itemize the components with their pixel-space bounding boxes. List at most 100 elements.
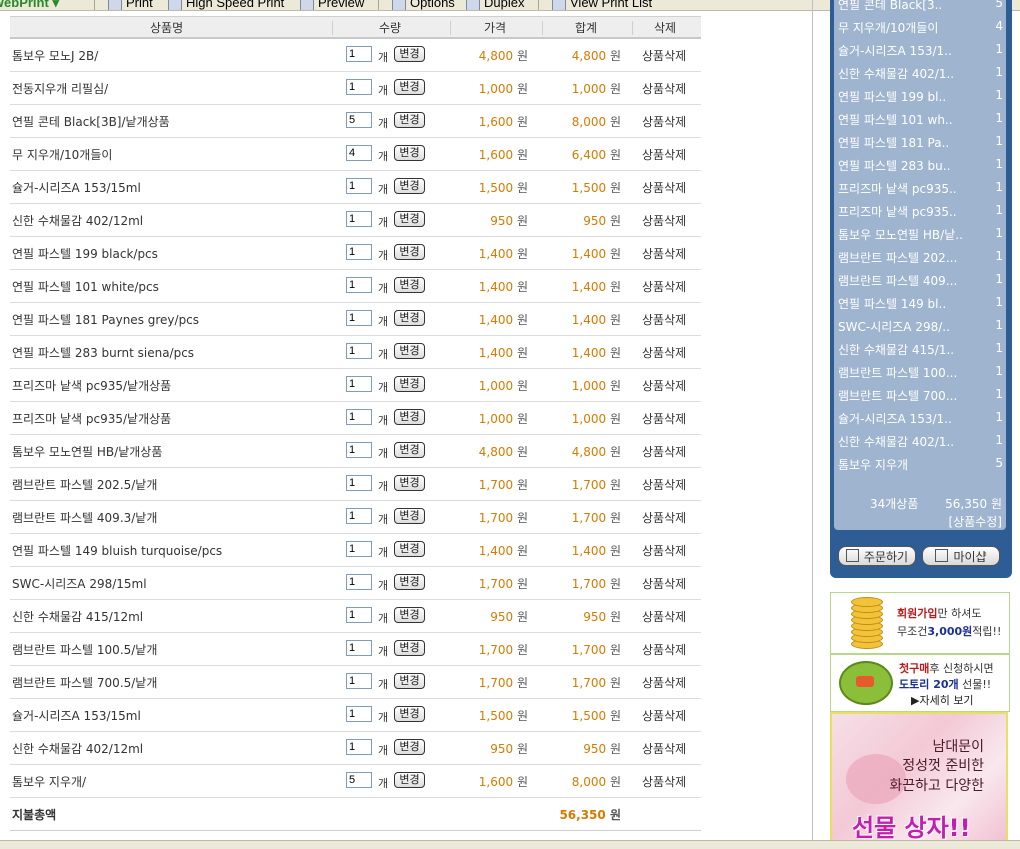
delete-item-link[interactable]: 상품삭제 [642, 344, 686, 361]
side-cart-item[interactable]: 연필 파스텔 199 bl.. 1 [834, 84, 1006, 107]
quantity-input[interactable] [346, 409, 372, 425]
change-quantity-button[interactable]: 변경 [394, 343, 425, 359]
myshop-button[interactable]: 마이샵 [922, 546, 1000, 566]
quantity-input[interactable] [346, 310, 372, 326]
side-cart-item[interactable]: 램브란트 파스텔 202... 1 [834, 245, 1006, 268]
webprint-menu[interactable]: WebPrint ▾ [0, 0, 59, 10]
change-quantity-button[interactable]: 변경 [394, 211, 425, 227]
product-name[interactable]: 램브란트 파스텔 202.5/낱개 [12, 476, 157, 493]
product-name[interactable]: 프리즈마 낱색 pc935/낱개상품 [12, 410, 171, 427]
product-name[interactable]: 램브란트 파스텔 100.5/낱개 [12, 641, 157, 658]
delete-item-link[interactable]: 상품삭제 [642, 278, 686, 295]
delete-item-link[interactable]: 상품삭제 [642, 410, 686, 427]
change-quantity-button[interactable]: 변경 [394, 475, 425, 491]
quantity-input[interactable] [346, 442, 372, 458]
delete-item-link[interactable]: 상품삭제 [642, 443, 686, 460]
product-name[interactable]: 연필 파스텔 283 burnt siena/pcs [12, 344, 194, 361]
delete-item-link[interactable]: 상품삭제 [642, 179, 686, 196]
delete-item-link[interactable]: 상품삭제 [642, 377, 686, 394]
product-name[interactable]: 신한 수채물감 402/12ml [12, 740, 143, 757]
side-cart-item[interactable]: 램브란트 파스텔 100... 1 [834, 360, 1006, 383]
quantity-input[interactable] [346, 112, 372, 128]
side-cart-item[interactable]: 램브란트 파스텔 700... 1 [834, 383, 1006, 406]
delete-item-link[interactable]: 상품삭제 [642, 542, 686, 559]
product-name[interactable]: SWC-시리즈A 298/15ml [12, 575, 147, 592]
product-name[interactable]: 신한 수채물감 415/12ml [12, 608, 143, 625]
product-name[interactable]: 톰보우 지우개/ [12, 773, 86, 790]
delete-item-link[interactable]: 상품삭제 [642, 773, 686, 790]
quantity-input[interactable] [346, 607, 372, 623]
order-button[interactable]: 주문하기 [838, 546, 916, 566]
details-link[interactable]: ▶자세히 보기 [911, 692, 974, 708]
product-name[interactable]: 슐거-시리즈A 153/15ml [12, 707, 141, 724]
print-button[interactable]: Print [108, 0, 153, 10]
side-cart-item[interactable]: 연필 파스텔 283 bu.. 1 [834, 153, 1006, 176]
side-cart-item[interactable]: 프리즈마 낱색 pc935.. 1 [834, 199, 1006, 222]
product-name[interactable]: 연필 파스텔 101 white/pcs [12, 278, 159, 295]
change-quantity-button[interactable]: 변경 [394, 508, 425, 524]
side-cart-item[interactable]: 연필 파스텔 101 wh.. 1 [834, 107, 1006, 130]
change-quantity-button[interactable]: 변경 [394, 277, 425, 293]
product-name[interactable]: 신한 수채물감 402/12ml [12, 212, 143, 229]
side-cart-item[interactable]: 신한 수채물감 415/1.. 1 [834, 337, 1006, 360]
quantity-input[interactable] [346, 277, 372, 293]
modify-items-link[interactable]: [상품수정] [948, 513, 1002, 530]
side-cart-item[interactable]: 신한 수채물감 402/1.. 1 [834, 429, 1006, 452]
quantity-input[interactable] [346, 343, 372, 359]
first-purchase-promo-banner[interactable]: 첫구매후 신청하시면 도토리 20개 선물!! ▶자세히 보기 [830, 654, 1010, 712]
change-quantity-button[interactable]: 변경 [394, 310, 425, 326]
delete-item-link[interactable]: 상품삭제 [642, 674, 686, 691]
delete-item-link[interactable]: 상품삭제 [642, 608, 686, 625]
quantity-input[interactable] [346, 673, 372, 689]
product-name[interactable]: 연필 파스텔 149 bluish turquoise/pcs [12, 542, 222, 559]
change-quantity-button[interactable]: 변경 [394, 541, 425, 557]
delete-item-link[interactable]: 상품삭제 [642, 707, 686, 724]
change-quantity-button[interactable]: 변경 [394, 79, 425, 95]
signup-promo-banner[interactable]: 회원가입만 하셔도 무조건3,000원적립!! [830, 592, 1010, 654]
side-cart-item[interactable]: 톰보우 모노연필 HB/낱.. 1 [834, 222, 1006, 245]
side-cart-item[interactable]: 슐거-시리즈A 153/1.. 1 [834, 406, 1006, 429]
change-quantity-button[interactable]: 변경 [394, 673, 425, 689]
side-cart-item[interactable]: 무 지우개/10개들이 4 [834, 15, 1006, 38]
quantity-input[interactable] [346, 376, 372, 392]
side-cart-item[interactable]: 연필 콘테 Black[3.. 5 [834, 0, 1006, 15]
side-cart-item[interactable]: 프리즈마 낱색 pc935.. 1 [834, 176, 1006, 199]
side-cart-item[interactable]: 톰보우 지우개 5 [834, 452, 1006, 475]
delete-item-link[interactable]: 상품삭제 [642, 476, 686, 493]
duplex-button[interactable]: Duplex [466, 0, 524, 10]
quantity-input[interactable] [346, 772, 372, 788]
side-cart-item[interactable]: 램브란트 파스텔 409... 1 [834, 268, 1006, 291]
change-quantity-button[interactable]: 변경 [394, 244, 425, 260]
side-cart-item[interactable]: SWC-시리즈A 298/.. 1 [834, 314, 1006, 337]
quantity-input[interactable] [346, 178, 372, 194]
change-quantity-button[interactable]: 변경 [394, 739, 425, 755]
quantity-input[interactable] [346, 706, 372, 722]
product-name[interactable]: 램브란트 파스텔 409.3/낱개 [12, 509, 157, 526]
view-print-list-button[interactable]: View Print List [552, 0, 652, 10]
quantity-input[interactable] [346, 739, 372, 755]
delete-item-link[interactable]: 상품삭제 [642, 641, 686, 658]
change-quantity-button[interactable]: 변경 [394, 607, 425, 623]
delete-item-link[interactable]: 상품삭제 [642, 113, 686, 130]
delete-item-link[interactable]: 상품삭제 [642, 245, 686, 262]
product-name[interactable]: 연필 콘테 Black[3B]/낱개상품 [12, 113, 170, 130]
quantity-input[interactable] [346, 79, 372, 95]
product-name[interactable]: 프리즈마 낱색 pc935/낱개상품 [12, 377, 171, 394]
quantity-input[interactable] [346, 211, 372, 227]
side-cart-item[interactable]: 신한 수채물감 402/1.. 1 [834, 61, 1006, 84]
change-quantity-button[interactable]: 변경 [394, 442, 425, 458]
side-cart-item[interactable]: 연필 파스텔 181 Pa.. 1 [834, 130, 1006, 153]
side-cart-item[interactable]: 슐거-시리즈A 153/1.. 1 [834, 38, 1006, 61]
change-quantity-button[interactable]: 변경 [394, 772, 425, 788]
high-speed-print-button[interactable]: High Speed Print [168, 0, 284, 10]
delete-item-link[interactable]: 상품삭제 [642, 575, 686, 592]
quantity-input[interactable] [346, 640, 372, 656]
quantity-input[interactable] [346, 244, 372, 260]
delete-item-link[interactable]: 상품삭제 [642, 80, 686, 97]
quantity-input[interactable] [346, 145, 372, 161]
delete-item-link[interactable]: 상품삭제 [642, 146, 686, 163]
options-button[interactable]: Options [392, 0, 455, 10]
product-name[interactable]: 연필 파스텔 199 black/pcs [12, 245, 158, 262]
change-quantity-button[interactable]: 변경 [394, 46, 425, 62]
delete-item-link[interactable]: 상품삭제 [642, 509, 686, 526]
